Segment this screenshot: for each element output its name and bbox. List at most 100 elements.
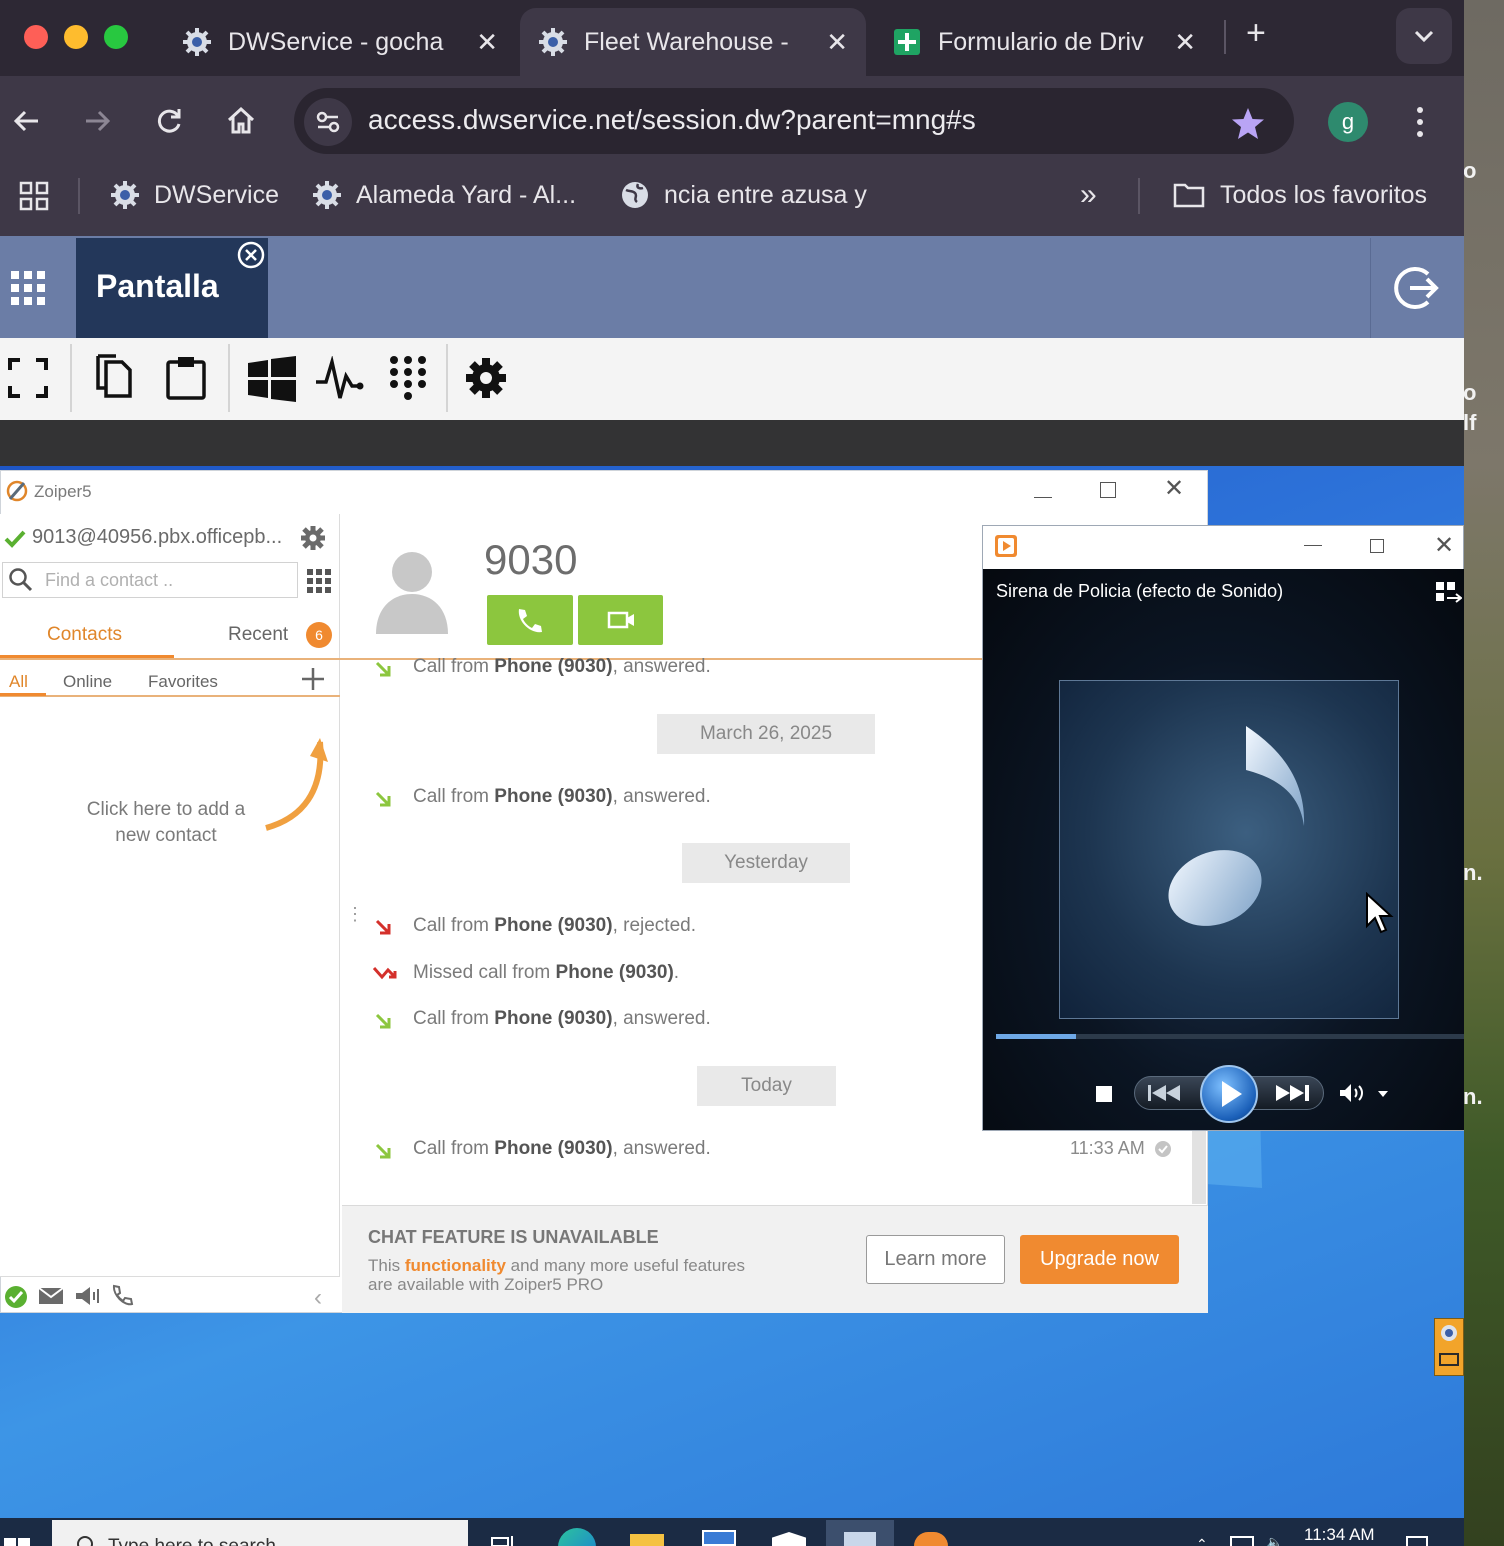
copy-icon[interactable]	[94, 354, 134, 400]
back-arrow-icon[interactable]	[10, 104, 44, 138]
fullscreen-icon[interactable]	[8, 358, 48, 398]
task-view-icon[interactable]	[490, 1532, 516, 1546]
apps-menu-grid-icon[interactable]	[10, 270, 46, 306]
sip-account-label: 9013@40956.pbx.officepb...	[32, 526, 283, 548]
maximize-icon[interactable]	[1100, 482, 1116, 498]
pane-resize-handle[interactable]: ⋮	[346, 904, 364, 925]
filter-all[interactable]: All	[9, 672, 28, 692]
paste-clipboard-icon[interactable]	[164, 354, 208, 400]
apps-grid-icon[interactable]	[18, 180, 50, 212]
browser-tab-2-active[interactable]: Fleet Warehouse - ✕	[520, 8, 866, 76]
dwservice-agent-tray[interactable]	[1434, 1318, 1464, 1376]
status-online-icon[interactable]	[4, 1285, 28, 1309]
speaker-icon[interactable]	[74, 1286, 102, 1306]
home-icon[interactable]	[224, 104, 258, 138]
close-icon[interactable]: ✕	[1434, 531, 1454, 560]
kebab-menu-icon[interactable]	[1408, 104, 1432, 140]
tab-recent[interactable]: Recent	[228, 624, 288, 646]
dialpad-grid-icon[interactable]	[306, 568, 332, 594]
bookmark-dwservice[interactable]: DWService	[110, 180, 279, 210]
filter-favorites[interactable]: Favorites	[148, 672, 218, 692]
call-forward-icon[interactable]	[110, 1284, 134, 1308]
browser-tab-3[interactable]: Formulario de Driv ✕	[874, 8, 1214, 76]
next-track-icon[interactable]	[1272, 1083, 1312, 1103]
forward-arrow-icon[interactable]	[80, 104, 114, 138]
close-icon[interactable]: ✕	[1164, 474, 1184, 503]
previous-track-icon[interactable]	[1146, 1083, 1186, 1103]
tab-close-icon[interactable]: ✕	[1174, 27, 1196, 58]
window-minimize-button[interactable]	[64, 25, 88, 49]
tab-divider	[1224, 20, 1226, 54]
bookmark-alameda-yard[interactable]: Alameda Yard - Al...	[312, 180, 576, 210]
all-bookmarks-folder[interactable]: Todos los favoritos	[1172, 180, 1427, 210]
learn-more-button[interactable]: Learn more	[866, 1235, 1005, 1284]
bookmark-label: Todos los favoritos	[1220, 180, 1428, 209]
logout-icon[interactable]	[1394, 264, 1440, 312]
stop-button[interactable]	[1096, 1086, 1112, 1102]
minimize-icon[interactable]	[1034, 476, 1052, 498]
history-date-separator: Yesterday	[682, 843, 850, 883]
folder-icon	[1173, 183, 1205, 208]
window-close-button[interactable]	[24, 25, 48, 49]
notifications-icon[interactable]	[1406, 1536, 1428, 1546]
tab-close-icon[interactable]: ✕	[826, 27, 848, 58]
windows-logo-icon[interactable]	[248, 356, 296, 402]
tab-search-button[interactable]	[1396, 8, 1452, 64]
bookmark-star-icon[interactable]	[1230, 106, 1266, 142]
answered-call-icon	[375, 1143, 391, 1159]
history-entry[interactable]: Call from Phone (9030), rejected.	[413, 915, 696, 937]
profile-avatar[interactable]: g	[1328, 102, 1368, 142]
add-contact-hint[interactable]: Click here to add a new contact	[66, 797, 266, 849]
window-zoom-button[interactable]	[104, 25, 128, 49]
history-scrollbar[interactable]	[1192, 1130, 1206, 1204]
new-tab-plus-icon[interactable]: +	[1246, 14, 1266, 53]
settings-gear-icon[interactable]	[464, 356, 508, 400]
tab-close-icon[interactable]: ✕	[476, 27, 498, 58]
history-entry[interactable]: Call from Phone (9030), answered.	[413, 1138, 711, 1160]
filter-online[interactable]: Online	[63, 672, 112, 692]
minimize-icon[interactable]	[1304, 532, 1322, 546]
volume-icon[interactable]: 🔈	[1266, 1534, 1283, 1546]
tray-chevron-icon[interactable]: ⌃	[1196, 1536, 1208, 1546]
reload-icon[interactable]	[152, 104, 186, 138]
account-settings-gear-icon[interactable]	[300, 525, 326, 551]
add-contact-plus-icon[interactable]	[300, 666, 326, 692]
recent-count-badge: 6	[306, 622, 332, 648]
backdrop-fragment: o	[1463, 158, 1477, 183]
switch-to-library-icon[interactable]	[1436, 582, 1462, 604]
taskbar-clock[interactable]: 11:34 AM	[1304, 1525, 1375, 1545]
upgrade-now-button[interactable]: Upgrade now	[1020, 1235, 1179, 1284]
volume-dropdown-icon[interactable]	[1376, 1089, 1390, 1099]
collapse-sidebar-chevron-icon[interactable]: ‹	[314, 1284, 322, 1312]
bookmarks-divider	[78, 178, 80, 214]
store-icon[interactable]	[702, 1530, 736, 1546]
play-button[interactable]	[1200, 1065, 1258, 1123]
network-icon[interactable]	[1230, 1536, 1254, 1546]
activity-pulse-icon[interactable]	[316, 356, 364, 402]
file-explorer-icon[interactable]	[630, 1534, 664, 1546]
tab-contacts[interactable]: Contacts	[47, 624, 122, 646]
history-entry[interactable]: Call from Phone (9030), answered.	[413, 1008, 711, 1030]
site-info-button[interactable]	[304, 98, 352, 146]
video-call-button[interactable]	[578, 595, 663, 645]
active-filter-indicator	[0, 693, 46, 696]
history-entry[interactable]: Call from Phone (9030), answered.	[413, 656, 711, 678]
audio-call-button[interactable]	[487, 595, 573, 645]
windows-start-icon[interactable]	[4, 1534, 30, 1546]
maximize-icon[interactable]	[1370, 539, 1384, 553]
functionality-link[interactable]: functionality	[405, 1256, 506, 1275]
sidebar-bottom-divider	[0, 1276, 340, 1277]
url-text[interactable]: access.dwservice.net/session.dw?parent=m…	[368, 104, 976, 136]
history-entry[interactable]: Missed call from Phone (9030).	[413, 962, 679, 984]
bookmark-azusa[interactable]: ncia entre azusa y	[620, 180, 867, 210]
volume-icon[interactable]	[1338, 1082, 1368, 1104]
mail-icon[interactable]	[38, 1287, 64, 1305]
browser-tab-1[interactable]: DWService - gocha ✕	[164, 8, 516, 76]
history-entry[interactable]: Call from Phone (9030), answered.	[413, 786, 711, 808]
zoiper-taskbar-button-active[interactable]	[826, 1520, 894, 1546]
dialpad-icon[interactable]	[388, 354, 428, 402]
close-tab-icon[interactable]	[236, 240, 266, 270]
zoiper-logo-icon	[6, 480, 28, 502]
more-bookmarks-chevron-icon[interactable]: »	[1080, 178, 1097, 212]
mouse-cursor-icon	[1366, 892, 1394, 934]
